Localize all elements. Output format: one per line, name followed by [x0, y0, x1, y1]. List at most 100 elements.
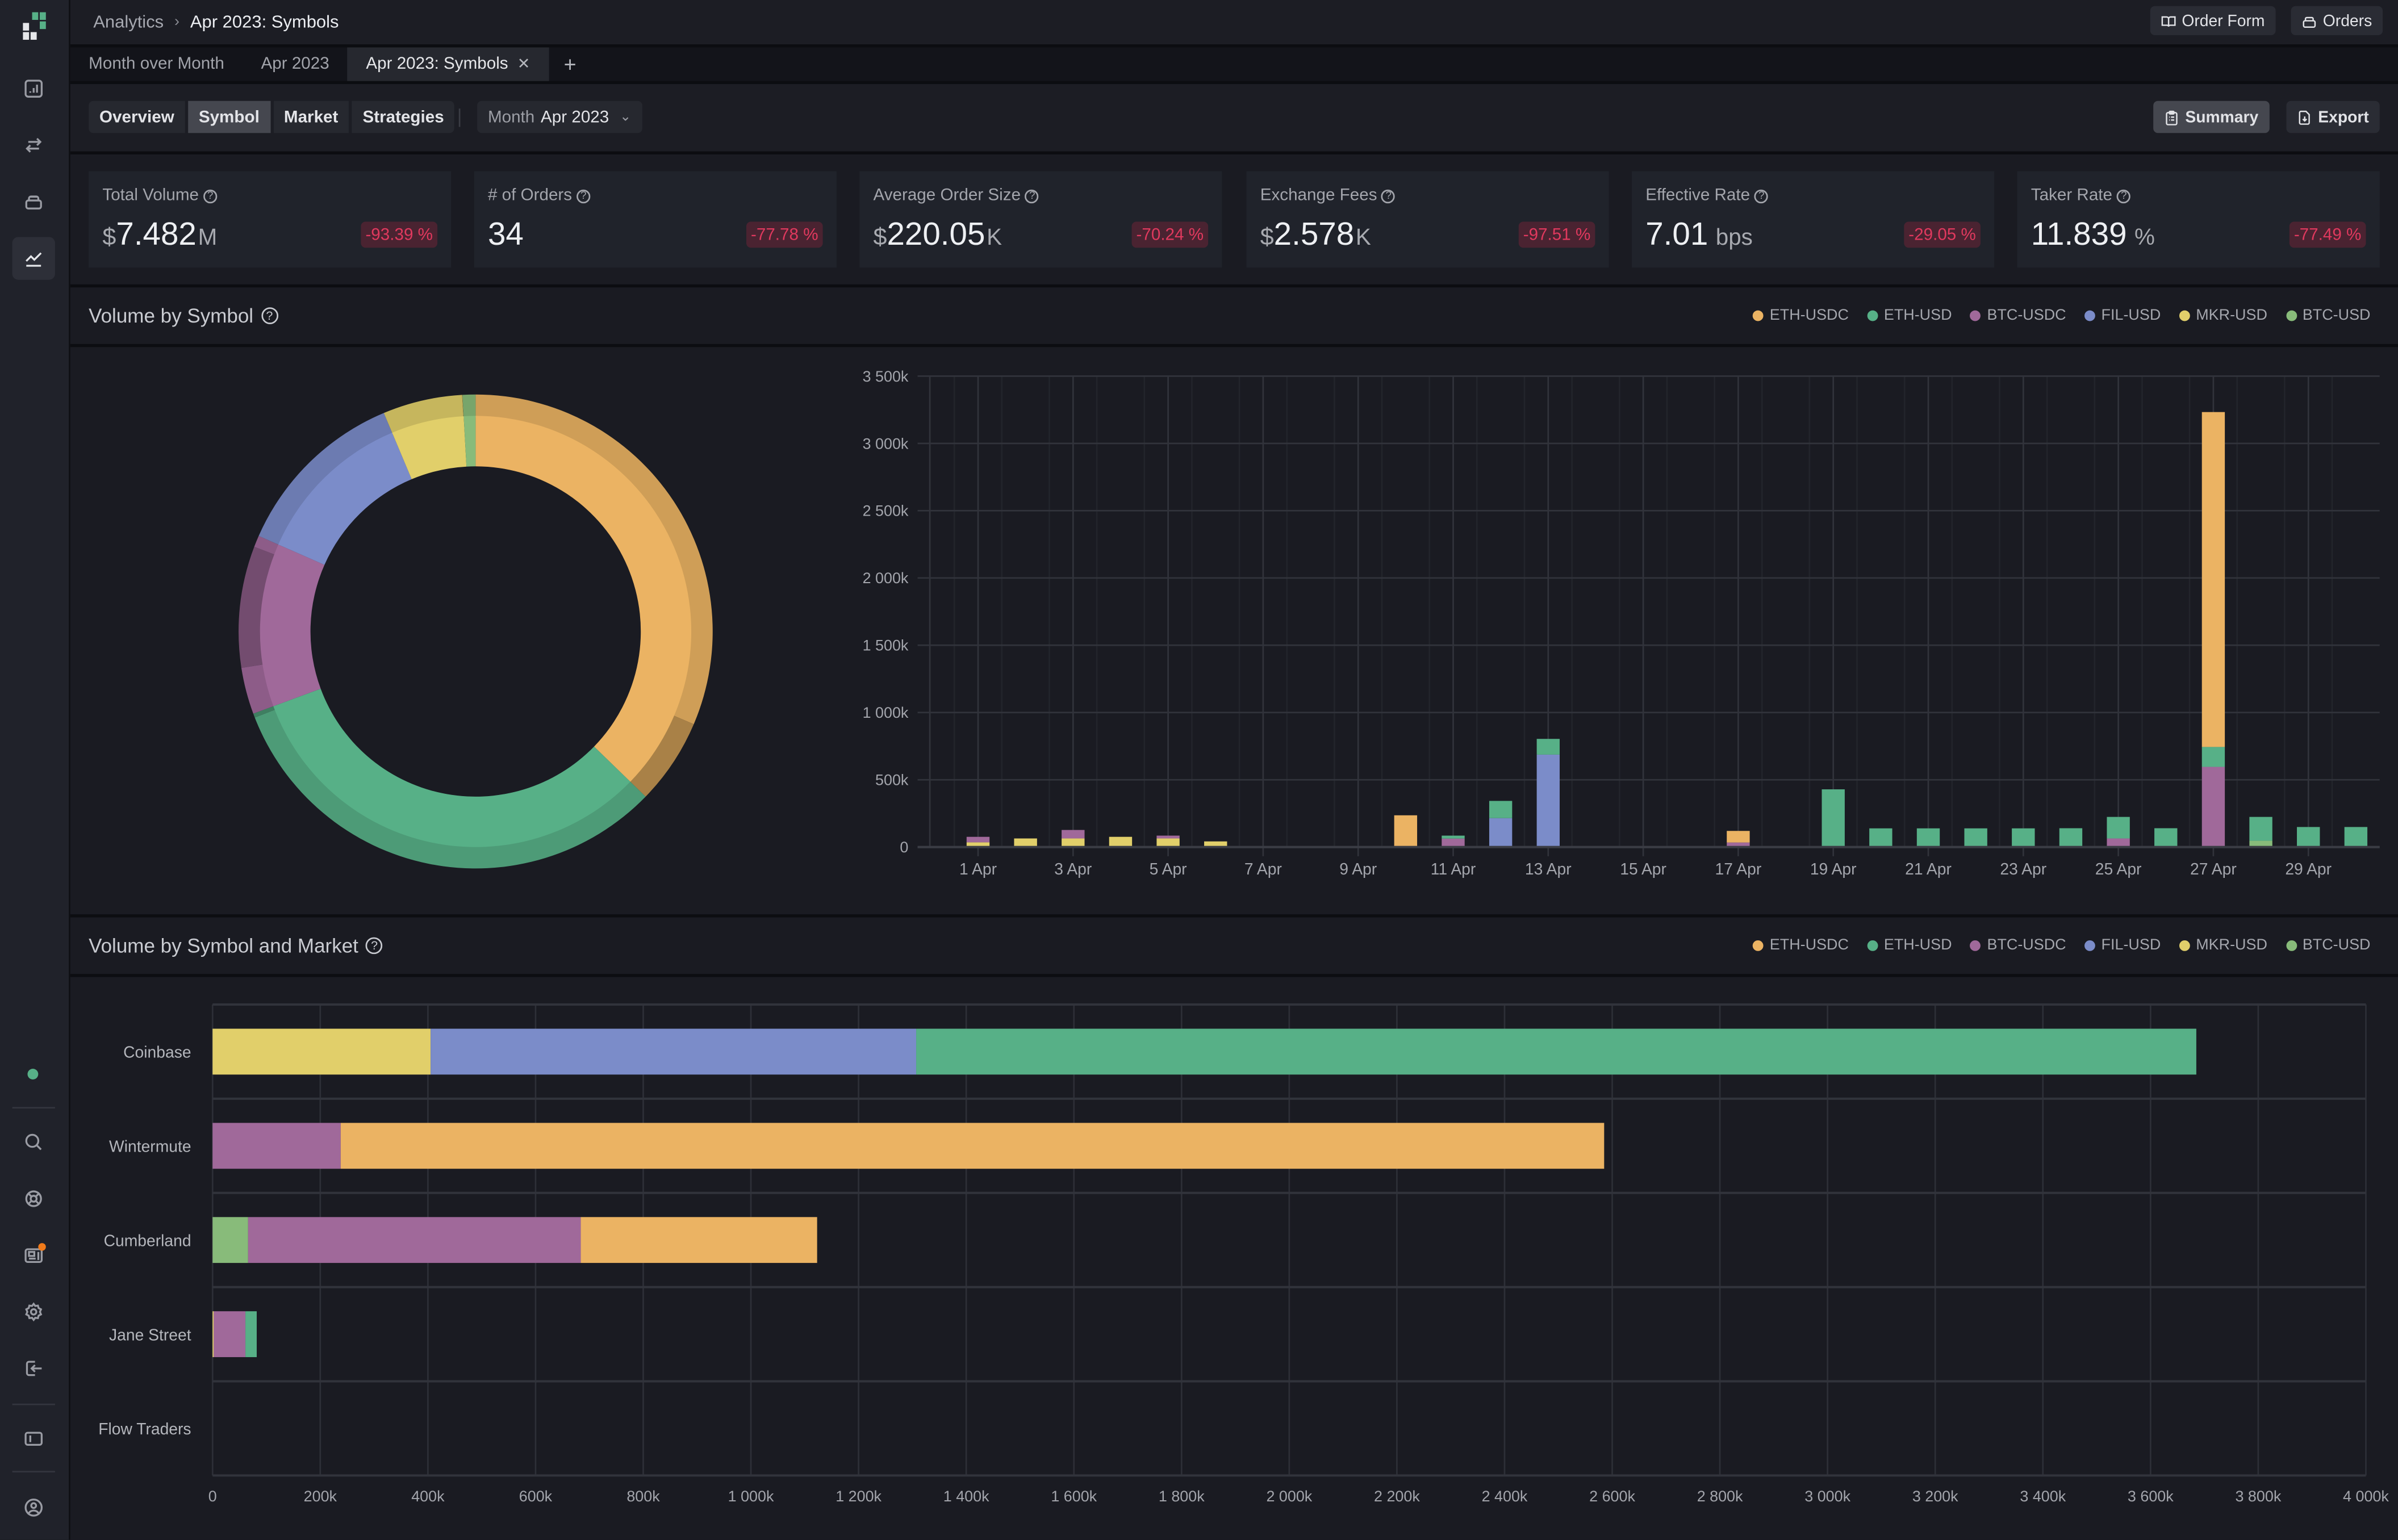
bar-segment-eth-usdc[interactable]: [2201, 412, 2225, 747]
bar-segment-btc-usdc[interactable]: [2201, 767, 2225, 847]
bar-segment-btc-usd[interactable]: [212, 1217, 248, 1263]
arrows-swap-icon: [26, 137, 42, 153]
bar-segment-eth-usd[interactable]: [1536, 739, 1560, 755]
bar-segment-eth-usdc[interactable]: [1727, 831, 1750, 843]
bar-segment-btc-usdc[interactable]: [248, 1217, 581, 1263]
bar-segment-mkr-usd[interactable]: [1109, 836, 1133, 847]
bar-segment-eth-usd[interactable]: [2107, 817, 2130, 839]
bar-segment-eth-usd[interactable]: [2154, 828, 2178, 847]
segment-overview[interactable]: Overview: [89, 101, 185, 133]
bar-segment-mkr-usd[interactable]: [212, 1311, 214, 1357]
sidebar-item-orders[interactable]: [12, 181, 55, 223]
help-icon[interactable]: ?: [261, 307, 278, 324]
donut-slice[interactable]: [475, 416, 692, 782]
help-icon[interactable]: ?: [1754, 189, 1769, 203]
bar-segment-eth-usd[interactable]: [2059, 828, 2083, 847]
bar-segment-btc-usdc[interactable]: [1062, 830, 1085, 839]
sidebar-item-profile[interactable]: [12, 1486, 55, 1529]
summary-button[interactable]: Summary: [2153, 101, 2270, 133]
bar-segment-eth-usd[interactable]: [2297, 827, 2320, 847]
add-tab-button[interactable]: +: [549, 47, 592, 81]
sidebar-item-news[interactable]: [12, 1234, 55, 1277]
kpi-order-count: # of Orders? 34 -77.78 %: [474, 171, 837, 268]
bar-segment-eth-usd[interactable]: [2249, 817, 2272, 841]
orders-label: Orders: [2322, 11, 2372, 30]
sidebar-item-toggle-panel[interactable]: [12, 1417, 55, 1460]
legend-item[interactable]: BTC-USD: [2286, 938, 2371, 954]
legend-item[interactable]: FIL-USD: [2084, 938, 2161, 954]
segment-market[interactable]: Market: [273, 101, 349, 133]
file-download-icon: [2298, 110, 2310, 124]
bar-segment-mkr-usd[interactable]: [1014, 838, 1037, 847]
legend-item[interactable]: BTC-USDC: [1970, 307, 2066, 324]
order-form-button[interactable]: Order Form: [2149, 6, 2276, 35]
y-category-label: Wintermute: [109, 1137, 191, 1156]
bar-segment-btc-usdc[interactable]: [1442, 838, 1465, 847]
app-logo-icon[interactable]: [18, 12, 49, 43]
help-icon[interactable]: ?: [203, 189, 218, 203]
legend-item[interactable]: ETH-USDC: [1753, 307, 1849, 324]
bar-segment-eth-usd[interactable]: [245, 1311, 257, 1357]
bar-segment-fil-usd[interactable]: [431, 1028, 917, 1075]
sidebar-item-support[interactable]: [12, 1177, 55, 1220]
breadcrumb-root[interactable]: Analytics: [93, 13, 164, 31]
segment-symbol[interactable]: Symbol: [187, 101, 270, 133]
legend-item[interactable]: MKR-USD: [2179, 307, 2267, 324]
legend-item[interactable]: ETH-USD: [1867, 938, 1952, 954]
bar-segment-btc-usdc[interactable]: [214, 1311, 246, 1357]
bar-segment-eth-usdc[interactable]: [580, 1217, 817, 1263]
sidebar-item-dashboard[interactable]: [12, 67, 55, 110]
search-icon: [25, 1133, 42, 1150]
legend-item[interactable]: ETH-USDC: [1753, 938, 1849, 954]
legend-item[interactable]: ETH-USD: [1867, 307, 1952, 324]
legend-item[interactable]: BTC-USD: [2286, 307, 2371, 324]
help-icon[interactable]: ?: [1381, 189, 1396, 203]
help-icon[interactable]: ?: [1025, 189, 1039, 203]
help-icon[interactable]: ?: [576, 189, 591, 203]
bar-segment-eth-usd[interactable]: [2344, 827, 2368, 847]
bar-segment-eth-usd[interactable]: [1442, 835, 1465, 839]
bar-segment-mkr-usd[interactable]: [1062, 838, 1085, 847]
close-tab-icon[interactable]: ✕: [517, 56, 530, 73]
sidebar-item-settings[interactable]: [12, 1291, 55, 1333]
sidebar-item-analytics[interactable]: [12, 237, 55, 280]
x-tick-label: 19 Apr: [1810, 860, 1857, 878]
legend-item[interactable]: MKR-USD: [2179, 938, 2267, 954]
tab-apr-2023-symbols[interactable]: Apr 2023: Symbols ✕: [348, 47, 549, 81]
bar-segment-eth-usd[interactable]: [1489, 801, 1513, 818]
donut-slice[interactable]: [260, 544, 325, 706]
legend-item[interactable]: FIL-USD: [2084, 307, 2161, 324]
bar-segment-mkr-usd[interactable]: [1156, 838, 1180, 847]
bar-segment-btc-usdc[interactable]: [966, 836, 990, 843]
sidebar-item-search[interactable]: [12, 1121, 55, 1164]
tab-apr-2023[interactable]: Apr 2023: [243, 47, 348, 81]
bar-segment-eth-usdc[interactable]: [1394, 815, 1418, 847]
legend-item[interactable]: BTC-USDC: [1970, 938, 2066, 954]
sidebar-item-logout[interactable]: [12, 1347, 55, 1390]
bar-segment-fil-usd[interactable]: [1489, 818, 1513, 847]
bar-segment-eth-usd[interactable]: [1916, 828, 1940, 847]
donut-outer-segment[interactable]: [462, 394, 476, 418]
bar-segment-eth-usd[interactable]: [1964, 828, 1987, 847]
period-select[interactable]: Month Apr 2023 ⌄: [477, 101, 642, 133]
bar-segment-eth-usd[interactable]: [2012, 828, 2035, 847]
bar-segment-eth-usd[interactable]: [916, 1028, 2196, 1075]
sidebar-item-transfers[interactable]: [12, 124, 55, 166]
bar-segment-eth-usdc[interactable]: [340, 1123, 1605, 1169]
export-button[interactable]: Export: [2286, 101, 2380, 133]
bar-segment-btc-usdc[interactable]: [1156, 835, 1180, 839]
bar-segment-fil-usd[interactable]: [1536, 754, 1560, 847]
segment-strategies[interactable]: Strategies: [352, 101, 455, 133]
x-tick-label: 3 400k: [2020, 1488, 2066, 1505]
panel-title: Volume by Symbol: [89, 304, 254, 328]
orders-button[interactable]: Orders: [2291, 6, 2383, 35]
bar-segment-mkr-usd[interactable]: [212, 1028, 431, 1075]
tab-month-over-month[interactable]: Month over Month: [70, 47, 243, 81]
bar-segment-eth-usd[interactable]: [2201, 747, 2225, 767]
help-icon[interactable]: ?: [2117, 189, 2131, 203]
bar-segment-btc-usdc[interactable]: [212, 1123, 341, 1169]
help-icon[interactable]: ?: [366, 937, 383, 955]
bar-segment-eth-usd[interactable]: [1869, 828, 1893, 847]
bar-segment-eth-usd[interactable]: [1822, 789, 1845, 847]
bar-segment-btc-usdc[interactable]: [2107, 838, 2130, 847]
